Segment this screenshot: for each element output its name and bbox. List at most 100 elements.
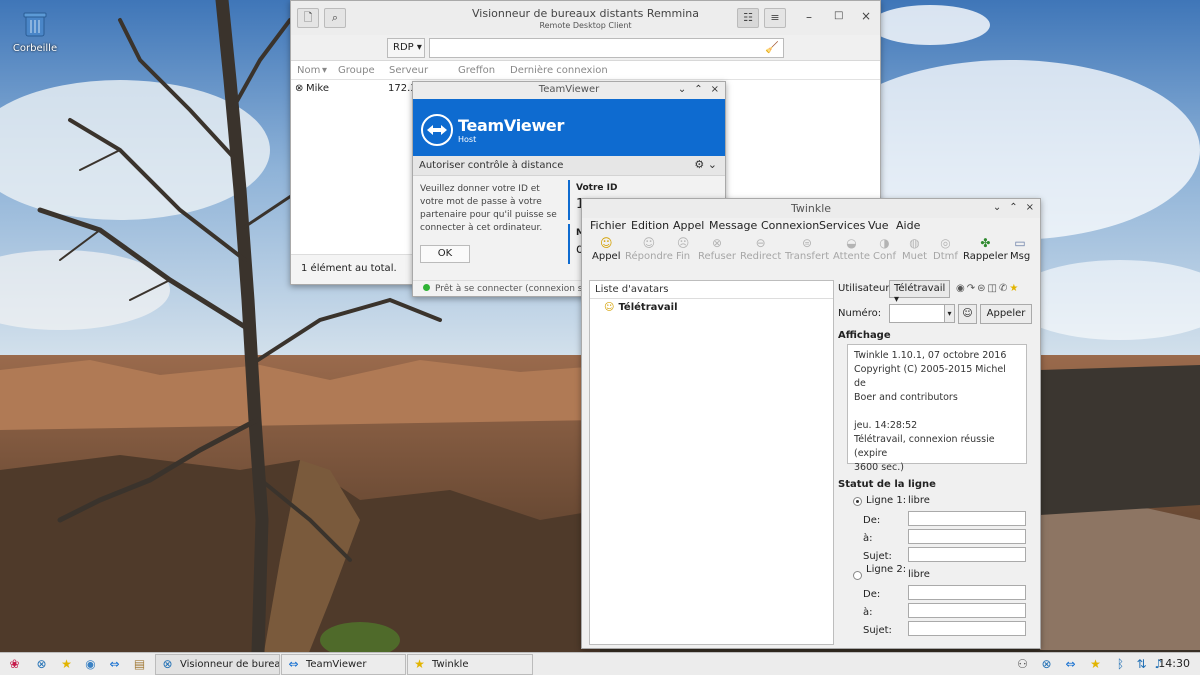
dnd-icon[interactable]: ⊜: [977, 283, 987, 294]
close-button[interactable]: ×: [861, 9, 871, 23]
teamviewer-launcher-icon[interactable]: ⇔: [106, 656, 123, 673]
tray-remmina-icon[interactable]: ⊗: [1038, 656, 1055, 673]
minimize-button[interactable]: –: [806, 10, 812, 24]
mute-button[interactable]: ◍ Muet: [902, 235, 927, 262]
display-line: Twinkle 1.10.1, 07 octobre 2016: [854, 350, 1007, 361]
address-book-button[interactable]: ☺: [958, 304, 977, 324]
auto-answer-icon[interactable]: ◫: [988, 283, 999, 294]
menu-services[interactable]: Services: [819, 219, 865, 232]
protocol-select[interactable]: RDP ▾: [387, 38, 425, 58]
menu-call[interactable]: Appel: [673, 219, 704, 232]
call-button[interactable]: ☺ Appel: [592, 235, 620, 262]
sort-arrow-icon: ▾: [322, 65, 328, 76]
column-last-connection[interactable]: Dernière connexion: [510, 65, 608, 76]
number-dropdown[interactable]: ▾: [944, 304, 955, 323]
main-menu-button[interactable]: ≡: [764, 8, 786, 28]
line1-from-field[interactable]: [908, 511, 1026, 526]
hamburger-icon: ≡: [770, 11, 780, 24]
line1-state: libre: [908, 495, 930, 506]
ok-button[interactable]: OK: [420, 245, 470, 263]
transfer-button[interactable]: ⊜ Transfert: [785, 235, 829, 262]
user-select[interactable]: Télétravail ▾: [889, 280, 950, 305]
chevron-up-icon[interactable]: ⌃: [1009, 202, 1017, 213]
message-icon: ▭: [1014, 236, 1026, 250]
chevron-up-icon[interactable]: ⌃: [694, 84, 702, 95]
gear-icon[interactable]: ⚙ ⌄: [694, 158, 717, 171]
menu-bar: Fichier Edition Appel Message Connexion …: [582, 218, 1040, 235]
bluetooth-icon[interactable]: ᛒ: [1112, 656, 1129, 673]
menu-help[interactable]: Aide: [896, 219, 920, 232]
task-label: Twinkle: [432, 659, 469, 670]
conference-button[interactable]: ◑ Conf: [873, 235, 896, 262]
close-button[interactable]: ×: [711, 84, 719, 95]
column-server[interactable]: Serveur: [389, 65, 428, 76]
task-twinkle[interactable]: ★ Twinkle: [407, 654, 533, 675]
teamviewer-titlebar[interactable]: TeamViewer ⌄ ⌃ ×: [413, 82, 725, 99]
redirect-icon[interactable]: ↷: [967, 283, 977, 294]
status-icon[interactable]: ◉: [956, 283, 967, 294]
twinkle-titlebar[interactable]: Twinkle ⌄ ⌃ ×: [582, 199, 1040, 218]
star-icon[interactable]: ★: [1009, 283, 1020, 294]
reject-button[interactable]: ⊗ Refuser: [698, 235, 736, 262]
taskbar: ❀ ⊗ ★ ◉ ⇔ ▤ ⊗ Visionneur de bureau... ⇔ Te…: [0, 652, 1200, 675]
maximize-button[interactable]: □: [834, 10, 843, 21]
browser-icon[interactable]: ◉: [82, 656, 99, 673]
line2-from-field[interactable]: [908, 585, 1026, 600]
message-button[interactable]: ▭ Msg: [1010, 235, 1030, 262]
answer-button[interactable]: ☺ Répondre: [625, 235, 673, 262]
task-remmina[interactable]: ⊗ Visionneur de bureau...: [155, 654, 280, 675]
line2-to-field[interactable]: [908, 603, 1026, 618]
close-button[interactable]: ×: [1026, 202, 1034, 213]
tray-twinkle-icon[interactable]: ★: [1087, 656, 1104, 673]
line1-to-label: à:: [863, 533, 873, 544]
display-log: Twinkle 1.10.1, 07 octobre 2016 Copyrigh…: [847, 344, 1027, 473]
list-item[interactable]: ☺ Télétravail: [604, 302, 678, 313]
clock[interactable]: 14:30: [1158, 657, 1190, 670]
trash-desktop-icon[interactable]: Corbeille: [10, 8, 60, 54]
menu-message[interactable]: Message: [709, 219, 757, 232]
line2-radio[interactable]: [853, 571, 862, 580]
tray-user-icon[interactable]: ⚇: [1014, 656, 1031, 673]
chevron-down-icon[interactable]: ⌄: [678, 84, 686, 95]
address-book-icon: ☺: [962, 308, 973, 319]
chevron-down-icon[interactable]: ⌄: [993, 202, 1001, 213]
teamviewer-logo-icon: [421, 114, 453, 146]
remmina-titlebar[interactable]: 🗋 ⌕ Visionneur de bureaux distants Remmi…: [291, 1, 880, 35]
remmina-launcher-icon[interactable]: ⊗: [33, 656, 50, 673]
call-submit-button[interactable]: Appeler: [980, 304, 1032, 324]
redirect-button[interactable]: ⊖ Redirect: [740, 235, 781, 262]
hangup-button[interactable]: ☹ Fin: [676, 235, 690, 262]
raspberry-menu-icon[interactable]: ❀: [6, 656, 23, 673]
line2-subject-field[interactable]: [908, 621, 1026, 636]
line1-radio[interactable]: [853, 497, 862, 506]
column-name[interactable]: Nom: [297, 65, 320, 76]
clear-icon[interactable]: 🧹: [765, 41, 779, 54]
column-plugin[interactable]: Greffon: [458, 65, 495, 76]
menu-connection[interactable]: Connexion: [761, 219, 819, 232]
phone-icon[interactable]: ✆: [999, 283, 1009, 294]
teamviewer-brand: TeamViewer: [458, 116, 565, 135]
task-teamviewer[interactable]: ⇔ TeamViewer: [281, 654, 406, 675]
network-icon[interactable]: ⇅: [1133, 656, 1150, 673]
connection-icon: ⊗: [295, 83, 304, 94]
tray-teamviewer-icon[interactable]: ⇔: [1062, 656, 1079, 673]
menu-edit[interactable]: Edition: [631, 219, 669, 232]
task-label: TeamViewer: [306, 659, 367, 670]
line1-subject-field[interactable]: [908, 547, 1026, 562]
menu-file[interactable]: Fichier: [590, 219, 626, 232]
column-group[interactable]: Groupe: [338, 65, 375, 76]
redial-button[interactable]: ✤ Rappeler: [963, 235, 1008, 262]
tool-label: Dtmf: [933, 251, 958, 262]
number-input[interactable]: [889, 304, 945, 323]
file-manager-icon[interactable]: ▤: [131, 656, 148, 673]
twinkle-launcher-icon[interactable]: ★: [58, 656, 75, 673]
menu-view[interactable]: Vue: [868, 219, 889, 232]
line1-to-field[interactable]: [908, 529, 1026, 544]
tool-label: Redirect: [740, 251, 782, 262]
user-value: Télétravail: [894, 283, 946, 294]
quick-connect-input[interactable]: 🧹: [429, 38, 784, 58]
list-view-button[interactable]: ☷: [737, 8, 759, 28]
hold-button[interactable]: ◒ Attente: [833, 235, 870, 262]
connection-name: Mike: [306, 83, 329, 94]
dtmf-button[interactable]: ◎ Dtmf: [933, 235, 958, 262]
